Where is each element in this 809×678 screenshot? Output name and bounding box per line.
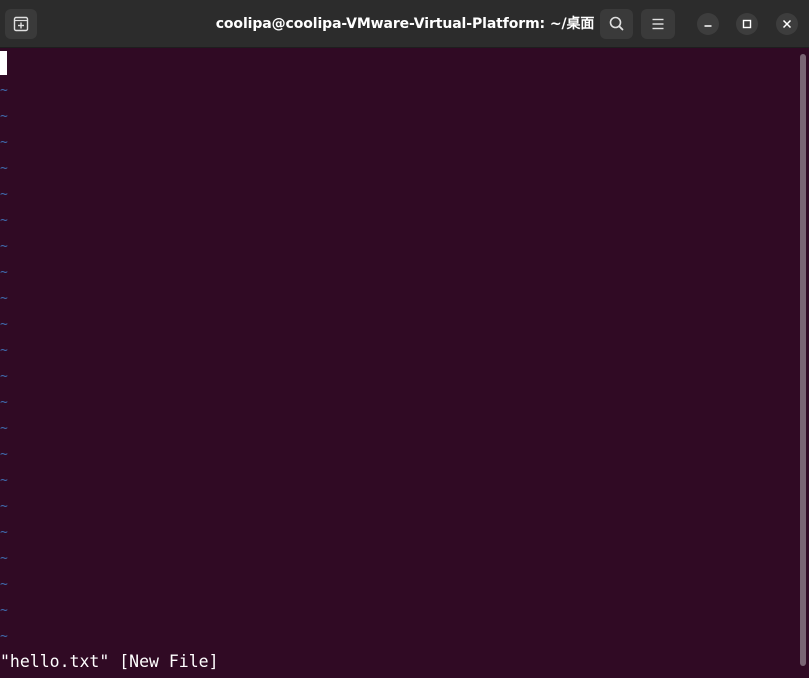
empty-line-tilde: ~ [0,421,8,436]
close-icon [782,19,792,29]
text-cursor [0,51,7,75]
empty-line-tilde: ~ [0,291,8,306]
header-bar: coolipa@coolipa-VMware-Virtual-Platform:… [0,0,809,48]
maximize-icon [742,19,752,29]
hamburger-menu-icon [652,18,664,30]
empty-line-tilde: ~ [0,265,8,280]
empty-line-tilde: ~ [0,629,8,644]
new-tab-icon [13,16,29,32]
empty-line-tilde: ~ [0,499,8,514]
empty-line-tilde: ~ [0,109,8,124]
empty-line-tilde: ~ [0,239,8,254]
empty-line-tilde: ~ [0,83,8,98]
terminal-window: coolipa@coolipa-VMware-Virtual-Platform:… [0,0,809,678]
empty-line-tilde: ~ [0,447,8,462]
window-title: coolipa@coolipa-VMware-Virtual-Platform:… [215,16,595,32]
menu-button[interactable] [641,9,675,39]
scrollbar[interactable] [800,48,809,678]
maximize-button[interactable] [736,13,758,35]
search-button[interactable] [600,9,633,39]
empty-line-tilde: ~ [0,473,8,488]
close-button[interactable] [776,13,798,35]
scrollbar-thumb[interactable] [800,54,806,666]
search-icon [609,16,624,31]
empty-line-tilde: ~ [0,369,8,384]
minimize-icon [704,25,712,27]
empty-line-tilde: ~ [0,525,8,540]
minimize-button[interactable] [697,13,719,35]
empty-line-tilde: ~ [0,395,8,410]
vim-status-message: "hello.txt" [New File] [0,652,219,671]
empty-line-tilde: ~ [0,603,8,618]
new-tab-button[interactable] [5,9,37,39]
empty-line-tilde: ~ [0,213,8,228]
terminal-content[interactable]: ~ ~ ~ ~ ~ ~ ~ ~ ~ ~ ~ ~ ~ ~ ~ ~ ~ ~ ~ ~ ~ ~ "hello.txt" [New … [0,48,800,678]
empty-line-tilde: ~ [0,343,8,358]
empty-line-tilde: ~ [0,187,8,202]
empty-line-tilde: ~ [0,577,8,592]
empty-line-tilde: ~ [0,317,8,332]
empty-line-tilde: ~ [0,161,8,176]
empty-line-tilde: ~ [0,135,8,150]
empty-line-tilde: ~ [0,551,8,566]
